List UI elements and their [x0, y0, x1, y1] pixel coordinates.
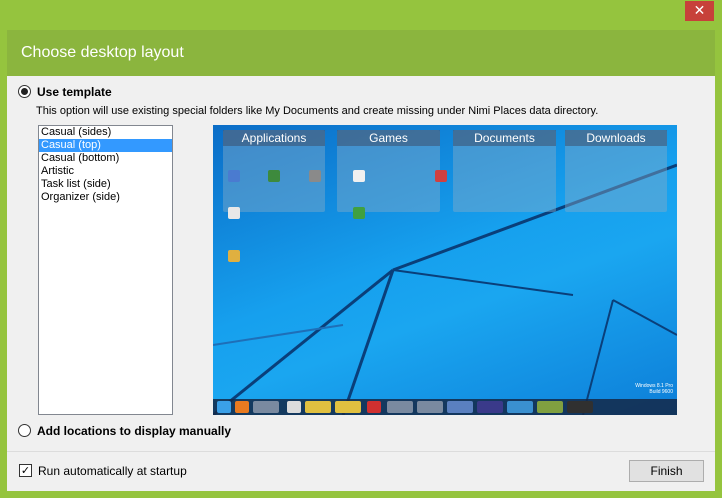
list-item[interactable]: Organizer (side): [39, 191, 172, 204]
taskbar-item: [235, 401, 249, 413]
preview-taskbar: [213, 399, 677, 415]
add-locations-manually-radio[interactable]: [18, 424, 31, 437]
folder-icon: [228, 250, 240, 262]
scissors-icon: [435, 170, 447, 182]
taskbar-item: [287, 401, 301, 413]
app-icon: [309, 170, 321, 182]
use-template-radio[interactable]: [18, 85, 31, 98]
taskbar-item: [305, 401, 331, 413]
app-icon: [228, 170, 240, 182]
page-title: Choose desktop layout: [21, 44, 184, 61]
list-item[interactable]: Casual (bottom): [39, 152, 172, 165]
taskbar-item: [253, 401, 279, 413]
use-template-label[interactable]: Use template: [37, 85, 112, 99]
preview-group-title: Downloads: [565, 130, 667, 146]
preview-group-title: Games: [337, 130, 440, 146]
preview-group-title: Applications: [223, 130, 325, 146]
run-at-startup-checkbox[interactable]: ✓: [19, 464, 32, 477]
dialog-header: Choose desktop layout: [7, 30, 715, 76]
taskbar-item: [417, 401, 443, 413]
use-template-description: This option will use existing special fo…: [36, 105, 599, 117]
taskbar-item: [477, 401, 503, 413]
taskbar-item: [367, 401, 381, 413]
layout-preview-image: Applications Games Documents Downloads W…: [213, 125, 677, 415]
windows-version-watermark: Windows 8.1 Pro Build 9600: [635, 383, 673, 395]
taskbar-item: [507, 401, 533, 413]
list-item-selected[interactable]: Casual (top): [39, 139, 172, 152]
taskbar-item: [447, 401, 473, 413]
footer-divider: [7, 451, 715, 452]
close-button[interactable]: ✕: [685, 1, 714, 21]
dialog-client-area: Choose desktop layout Use template This …: [7, 30, 715, 491]
finish-button[interactable]: Finish: [629, 460, 704, 482]
start-icon: [217, 401, 231, 413]
list-item[interactable]: Casual (sides): [39, 126, 172, 139]
layout-listbox[interactable]: Casual (sides) Casual (top) Casual (bott…: [38, 125, 173, 415]
taskbar-item: [335, 401, 361, 413]
list-item[interactable]: Artistic: [39, 165, 172, 178]
taskbar-item: [567, 401, 593, 413]
preview-group-documents: Documents: [453, 130, 556, 212]
dialog-window: ✕ Choose desktop layout Use template Thi…: [0, 0, 722, 498]
taskbar-item: [387, 401, 413, 413]
list-item[interactable]: Task list (side): [39, 178, 172, 191]
taskbar-item: [537, 401, 563, 413]
cursor-icon: [228, 207, 240, 219]
windows-build-text: Build 9600: [649, 389, 673, 395]
preview-group-downloads: Downloads: [565, 130, 667, 212]
document-icon: [353, 170, 365, 182]
app-icon: [268, 170, 280, 182]
game-icon: [353, 207, 365, 219]
preview-group-title: Documents: [453, 130, 556, 146]
add-locations-manually-label[interactable]: Add locations to display manually: [37, 424, 231, 438]
run-at-startup-label[interactable]: Run automatically at startup: [38, 464, 187, 478]
